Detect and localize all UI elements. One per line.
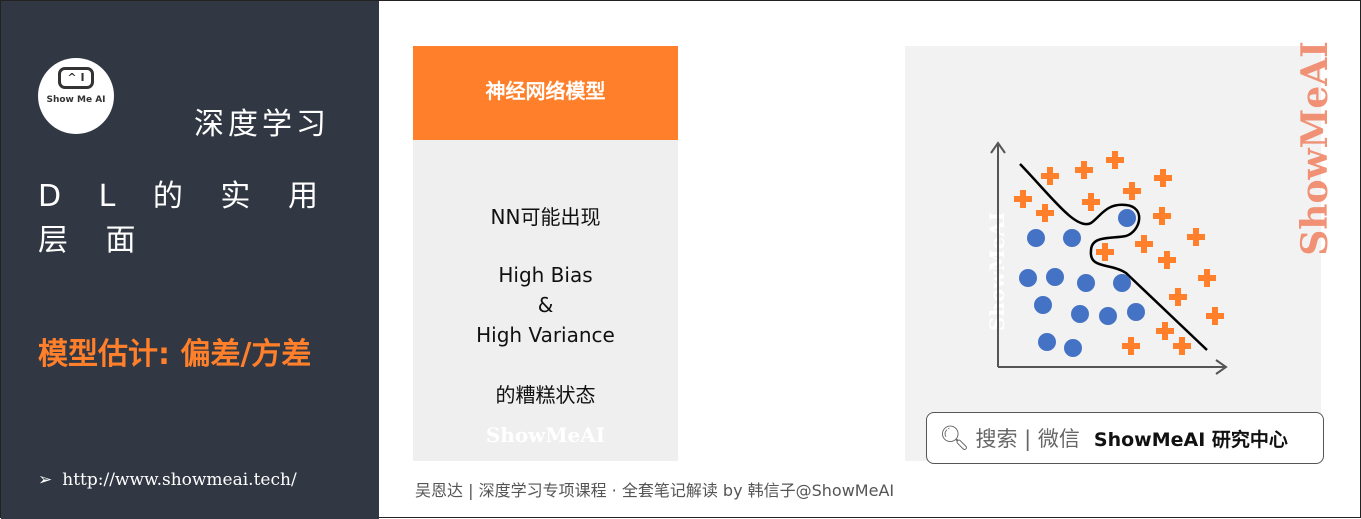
axes <box>990 141 1228 375</box>
plus-point <box>1153 207 1171 225</box>
plus-point <box>1041 167 1059 185</box>
search-label: 搜索 | 微信 <box>975 427 1080 451</box>
plus-point <box>1156 322 1174 340</box>
search-icon: 🔍︎ <box>939 424 970 452</box>
plus-point <box>1036 204 1054 222</box>
plus-point <box>1173 337 1191 355</box>
plus-point <box>1014 190 1032 208</box>
wechat-search-box[interactable]: 🔍︎ 搜索 | 微信 ShowMeAI 研究中心 <box>926 412 1324 464</box>
search-brand: ShowMeAI 研究中心 <box>1093 428 1288 451</box>
plus-point <box>1122 337 1140 355</box>
circle-point <box>1118 209 1136 227</box>
footer-credit: 吴恩达 | 深度学习专项课程 · 全套笔记解读 by 韩信子@ShowMeAI <box>415 481 895 500</box>
circle-point <box>1127 303 1145 321</box>
circle-point <box>1063 229 1081 247</box>
plus-point <box>1198 269 1216 287</box>
circle-point <box>1034 296 1052 314</box>
circle-point <box>1099 307 1117 325</box>
circle-point <box>1113 274 1131 292</box>
circle-point <box>1071 305 1089 323</box>
plus-point <box>1082 193 1100 211</box>
plus-point <box>1154 169 1172 187</box>
circle-point <box>1027 229 1045 247</box>
plus-point <box>1169 288 1187 306</box>
circle-point <box>1046 268 1064 286</box>
circle-point <box>1077 274 1095 292</box>
circle-point <box>1064 339 1082 357</box>
plus-point <box>1187 228 1205 246</box>
circle-point <box>1019 269 1037 287</box>
plus-point <box>1096 243 1114 261</box>
plus-point <box>1075 161 1093 179</box>
plus-point <box>1123 182 1141 200</box>
plus-point <box>1106 151 1124 169</box>
circle-point <box>1038 333 1056 351</box>
plus-point <box>1158 251 1176 269</box>
brand-vertical: ShowMeAI <box>1294 41 1336 256</box>
plus-point <box>1135 235 1153 253</box>
plus-point <box>1206 307 1224 325</box>
